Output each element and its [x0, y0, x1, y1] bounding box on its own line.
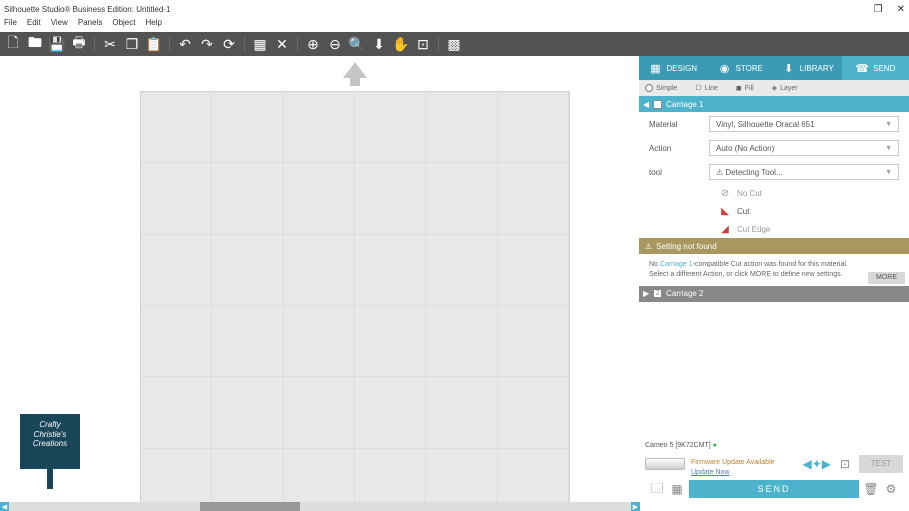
- filter-fill[interactable]: ◼Fill: [736, 84, 754, 92]
- menu-file[interactable]: File: [4, 18, 17, 32]
- cutting-mat: [140, 91, 570, 502]
- undo-icon[interactable]: ↶: [176, 35, 194, 53]
- device-name: Cameo 5 [9K72CMT] ●: [645, 442, 903, 449]
- watermark-logo: CraftyChristie'sCreations: [20, 414, 90, 494]
- carriage-2-checkbox[interactable]: 2: [653, 289, 662, 298]
- print-icon[interactable]: 🖶: [70, 35, 88, 53]
- fit-page-icon[interactable]: ⊡: [414, 35, 432, 53]
- trash-icon[interactable]: 🗑: [863, 481, 879, 497]
- menu-view[interactable]: View: [51, 18, 68, 32]
- menu-object[interactable]: Object: [112, 18, 135, 32]
- window-title: Silhouette Studio® Business Edition: Unt…: [4, 5, 874, 14]
- opt-cut[interactable]: ◣Cut: [709, 202, 909, 220]
- caret-down-icon: ▼: [885, 169, 892, 176]
- phone-icon: ☎: [855, 61, 869, 75]
- redo-icon[interactable]: ↷: [198, 35, 216, 53]
- opt-no-cut[interactable]: ⊘No Cut: [709, 184, 909, 202]
- scroll-thumb[interactable]: [200, 502, 300, 511]
- titlebar: Silhouette Studio® Business Edition: Unt…: [0, 0, 909, 18]
- canvas[interactable]: CraftyChristie'sCreations: [0, 56, 639, 502]
- carriage-2-title: Carriage 2: [666, 289, 703, 298]
- close-icon[interactable]: ✕: [897, 4, 905, 15]
- menu-panels[interactable]: Panels: [78, 18, 102, 32]
- send-button[interactable]: SEND: [689, 480, 859, 498]
- fill-icon: ◼: [736, 84, 742, 92]
- registration-icon[interactable]: ▩: [445, 35, 463, 53]
- zoom-fit-icon[interactable]: ⬇: [370, 35, 388, 53]
- opt-cut-edge[interactable]: ◢Cut Edge: [709, 220, 909, 238]
- select-all-icon[interactable]: ▦: [251, 35, 269, 53]
- warning-message: No Carriage 1-compatible Cut action was …: [639, 254, 909, 286]
- cut-edge-icon: ◢: [719, 223, 731, 235]
- line-icon: ☐: [695, 84, 701, 92]
- carriage-2-header[interactable]: ▶ 2 Carriage 2: [639, 286, 909, 302]
- filter-line[interactable]: ☐Line: [695, 84, 718, 92]
- paste-icon[interactable]: 📋: [145, 35, 163, 53]
- new-file-icon[interactable]: 🗋: [4, 35, 22, 53]
- test-button[interactable]: TEST: [859, 455, 903, 473]
- save-icon[interactable]: 💾: [48, 35, 66, 53]
- download-icon: ⬇: [782, 61, 796, 75]
- cut-icon[interactable]: ✂: [101, 35, 119, 53]
- gear-icon[interactable]: ⚙: [883, 481, 899, 497]
- warning-triangle-icon: ⚠: [645, 242, 652, 251]
- deselect-icon[interactable]: ✕: [273, 35, 291, 53]
- tab-library[interactable]: ⬇LIBRARY: [774, 56, 842, 80]
- expand-icon[interactable]: ▶: [643, 289, 649, 298]
- action-label: Action: [649, 144, 699, 153]
- tool-label: tool: [649, 168, 699, 177]
- filter-simple[interactable]: Simple: [645, 84, 677, 92]
- store-icon: ◉: [718, 61, 732, 75]
- material-select[interactable]: Vinyl, Silhouette Oracal 651▼: [709, 116, 899, 132]
- warning-bar: ⚠ Setting not found: [639, 238, 909, 254]
- carriage-1-header[interactable]: ◀ Carriage 1: [639, 96, 909, 112]
- more-button[interactable]: MORE: [868, 272, 905, 284]
- menubar: File Edit View Panels Object Help: [0, 18, 909, 32]
- update-now-link[interactable]: Update Now: [691, 469, 775, 476]
- caret-down-icon: ▼: [885, 121, 892, 128]
- restore-icon[interactable]: ❐: [874, 4, 883, 15]
- status-dot-icon: ●: [713, 442, 717, 449]
- device-image: [645, 458, 685, 470]
- action-select[interactable]: Auto (No Action)▼: [709, 140, 899, 156]
- grid-icon: ▦: [648, 61, 662, 75]
- warning-icon: ⚠: [716, 168, 723, 177]
- feed-arrow-icon: [343, 62, 367, 78]
- material-label: Material: [649, 120, 699, 129]
- collapse-icon[interactable]: ◀: [643, 100, 649, 109]
- carriage-link[interactable]: Carriage 1: [660, 261, 693, 268]
- firmware-msg: Firmware Update Available: [691, 459, 775, 466]
- scroll-left-icon[interactable]: ◀: [0, 502, 9, 511]
- caret-down-icon: ▼: [885, 145, 892, 152]
- tab-design[interactable]: ▦DESIGN: [639, 56, 707, 80]
- zoom-select-icon[interactable]: 🔍: [348, 35, 366, 53]
- tab-store[interactable]: ◉STORE: [707, 56, 775, 80]
- refresh-icon[interactable]: ⟳: [220, 35, 238, 53]
- open-file-icon[interactable]: 🖿: [26, 35, 44, 53]
- send-panel: ▦DESIGN ◉STORE ⬇LIBRARY ☎SEND Simple ☐Li…: [639, 56, 909, 502]
- nudge-control[interactable]: ◀✦▶: [802, 457, 831, 471]
- pan-icon[interactable]: ✋: [392, 35, 410, 53]
- zoom-in-icon[interactable]: ⊕: [304, 35, 322, 53]
- tool-select[interactable]: ⚠ Detecting Tool...▼: [709, 164, 899, 180]
- tool-settings-icon[interactable]: ⊡: [837, 456, 853, 472]
- menu-edit[interactable]: Edit: [27, 18, 41, 32]
- cut-blade-icon: ◣: [719, 205, 731, 217]
- carriage-1-checkbox[interactable]: [653, 100, 662, 109]
- copy-icon[interactable]: ❐: [123, 35, 141, 53]
- carriage-1-title: Carriage 1: [666, 100, 703, 109]
- nocut-icon: ⊘: [719, 187, 731, 199]
- layer-icon: ◈: [772, 84, 777, 92]
- filter-row: Simple ☐Line ◼Fill ◈Layer: [639, 80, 909, 96]
- menu-help[interactable]: Help: [145, 18, 161, 32]
- filter-layer[interactable]: ◈Layer: [772, 84, 798, 92]
- scroll-right-icon[interactable]: ▶: [631, 502, 640, 511]
- tab-send[interactable]: ☎SEND: [842, 56, 909, 80]
- zoom-out-icon[interactable]: ⊖: [326, 35, 344, 53]
- grid-settings-icon[interactable]: ▦: [669, 481, 685, 497]
- toolbar: 🗋 🖿 💾 🖶 ✂ ❐ 📋 ↶ ↷ ⟳ ▦ ✕ ⊕ ⊖ 🔍 ⬇ ✋ ⊡ ▩: [0, 32, 909, 56]
- horizontal-scrollbar[interactable]: ◀ ▶: [0, 502, 640, 511]
- device-icon[interactable]: 🗔: [649, 481, 665, 497]
